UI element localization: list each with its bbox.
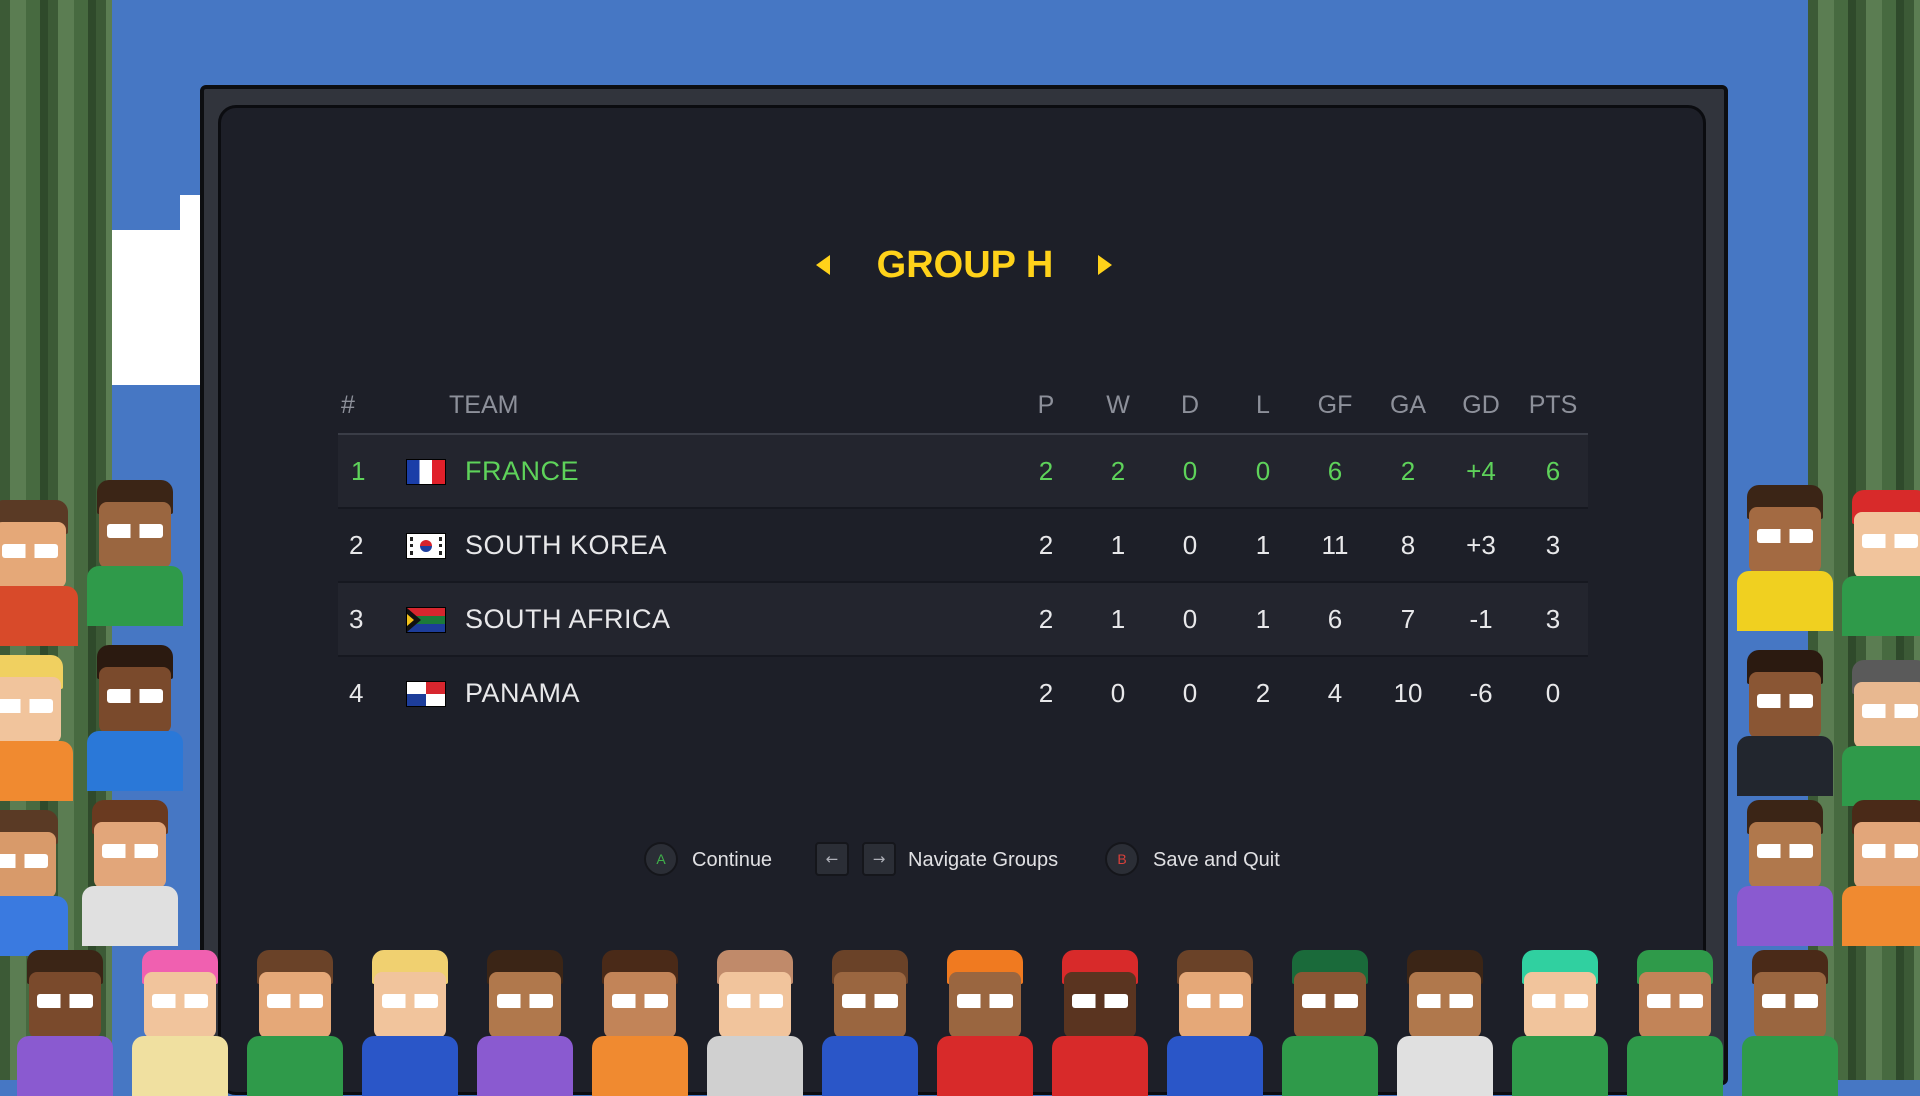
points: 6 [1545, 456, 1561, 486]
table-row[interactable]: 4 PANAMA 2 0 0 2 4 10 -6 0 [338, 657, 1588, 729]
b-button-icon: B [1105, 842, 1139, 876]
played: 2 [1038, 456, 1054, 486]
header-played: P [1037, 391, 1055, 419]
right-key-icon: → [862, 842, 896, 876]
team-name: SOUTH AFRICA [465, 604, 671, 634]
continue-label: Continue [692, 849, 773, 871]
group-title-row: GROUP H [0, 240, 1920, 290]
played: 2 [1038, 678, 1054, 708]
panama-flag-icon [406, 681, 446, 707]
played: 2 [1038, 530, 1054, 560]
controls-bar: A Continue ← → Navigate Groups B Save an… [0, 838, 1920, 882]
table-row[interactable]: 1 FRANCE 2 2 0 0 6 2 +4 6 [338, 435, 1588, 509]
won: 1 [1110, 530, 1126, 560]
goals-for: 6 [1327, 456, 1343, 486]
points: 0 [1545, 678, 1561, 708]
standings-table: # TEAM P W D L GF GA GD PTS 1 FRANCE 2 2… [338, 378, 1588, 729]
save-and-quit-label: Save and Quit [1153, 849, 1280, 871]
goals-against: 7 [1400, 604, 1416, 634]
table-row[interactable]: 2 SOUTH KOREA 2 1 0 1 11 8 +3 3 [338, 509, 1588, 583]
table-header: # TEAM P W D L GF GA GD PTS [338, 378, 1588, 435]
won: 0 [1110, 678, 1126, 708]
navigate-groups-label: Navigate Groups [908, 849, 1059, 871]
goals-for: 11 [1321, 530, 1349, 560]
header-points: PTS [1528, 391, 1578, 419]
header-goals-for: GF [1317, 391, 1353, 419]
goal-difference: -1 [1469, 604, 1493, 634]
played: 2 [1038, 604, 1054, 634]
drawn: 0 [1182, 456, 1198, 486]
header-drawn: D [1180, 391, 1200, 419]
drawn: 0 [1182, 530, 1198, 560]
team-name: PANAMA [465, 678, 581, 708]
france-flag-icon [406, 459, 446, 485]
header-goals-against: GA [1389, 391, 1427, 419]
goal-difference: -6 [1469, 678, 1493, 708]
left-key-icon: ← [815, 842, 849, 876]
won: 1 [1110, 604, 1126, 634]
arrow-right-icon[interactable] [1090, 240, 1120, 290]
header-team: TEAM [449, 391, 519, 419]
south-africa-flag-icon [406, 607, 446, 633]
row-position: 2 [349, 530, 364, 560]
row-position: 1 [351, 456, 366, 486]
right-pillar [1808, 0, 1920, 1080]
header-position: # [341, 391, 355, 419]
south-korea-flag-icon [406, 533, 446, 559]
table-row[interactable]: 3 SOUTH AFRICA 2 1 0 1 6 7 -1 3 [338, 583, 1588, 657]
points: 3 [1545, 530, 1561, 560]
lost: 1 [1255, 530, 1271, 560]
goals-for: 6 [1327, 604, 1343, 634]
team-name: FRANCE [465, 456, 580, 486]
goals-against: 10 [1393, 678, 1423, 708]
header-goal-difference: GD [1462, 391, 1500, 419]
header-won: W [1106, 391, 1130, 419]
row-position: 3 [349, 604, 364, 634]
drawn: 0 [1182, 678, 1198, 708]
row-position: 4 [349, 678, 364, 708]
won: 2 [1110, 456, 1126, 486]
goal-difference: +4 [1466, 456, 1496, 486]
header-lost: L [1256, 391, 1270, 419]
goals-against: 2 [1400, 456, 1416, 486]
lost: 1 [1255, 604, 1271, 634]
points: 3 [1545, 604, 1561, 634]
goal-difference: +3 [1466, 530, 1496, 560]
team-name: SOUTH KOREA [465, 530, 668, 560]
lost: 0 [1255, 456, 1271, 486]
group-title: GROUP H [876, 244, 1054, 286]
goals-for: 4 [1327, 678, 1343, 708]
drawn: 0 [1182, 604, 1198, 634]
lost: 2 [1255, 678, 1271, 708]
a-button-icon: A [644, 842, 678, 876]
goals-against: 8 [1400, 530, 1416, 560]
left-pillar [0, 0, 112, 1080]
